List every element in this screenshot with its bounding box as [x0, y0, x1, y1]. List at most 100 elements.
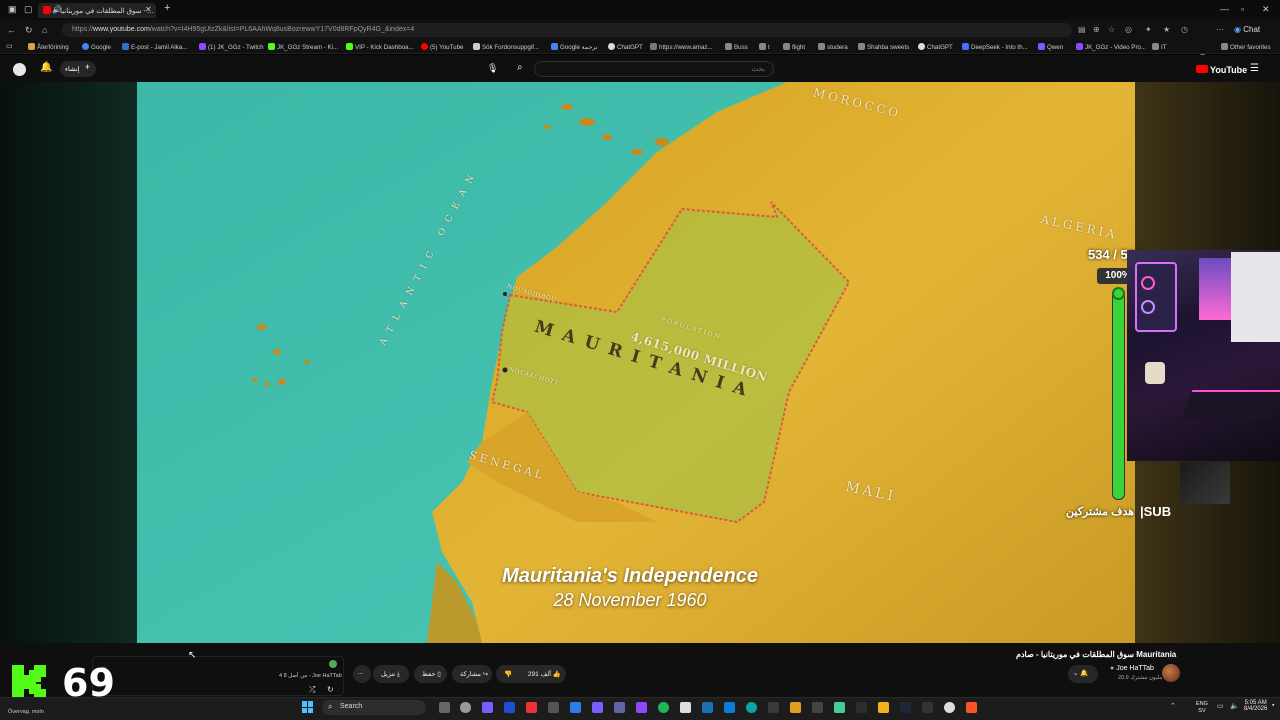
- bookmark-folder[interactable]: studera: [818, 43, 848, 51]
- bookmark-item[interactable]: (5) YouTube: [421, 43, 463, 51]
- home-icon[interactable]: ⌂: [42, 25, 47, 35]
- more-actions-button[interactable]: ...: [353, 665, 371, 683]
- bookmark-item[interactable]: Återförining: [28, 43, 69, 51]
- bookmark-item[interactable]: DeepSeek - Into th...: [962, 43, 1028, 51]
- favorites-icon[interactable]: ★: [1163, 25, 1170, 34]
- history-icon[interactable]: ◷: [1181, 25, 1188, 34]
- steam-icon[interactable]: [900, 702, 911, 713]
- windows-start-icon[interactable]: [302, 701, 314, 713]
- app-icon[interactable]: [768, 702, 779, 713]
- tab-actions-icon[interactable]: ▢: [24, 4, 33, 15]
- weather-widget[interactable]: Övervag. moln: [8, 709, 44, 715]
- shuffle-icon[interactable]: ⤮: [309, 685, 315, 695]
- tray-overflow-icon[interactable]: ⌃: [1170, 702, 1176, 710]
- bookmark-item[interactable]: Sök Fordonsuppgif...: [473, 43, 539, 51]
- close-window-icon[interactable]: ✕: [1262, 4, 1270, 15]
- bookmark-folder[interactable]: Buss: [725, 43, 748, 51]
- dislike-icon[interactable]: 👎: [504, 671, 512, 678]
- edge-icon[interactable]: [746, 702, 757, 713]
- teams-icon[interactable]: [614, 702, 625, 713]
- reader-icon[interactable]: ▤: [1078, 25, 1086, 34]
- bookmark-item[interactable]: (1) JK_GGz - Twitch: [199, 43, 264, 51]
- search-icon[interactable]: ⌕: [517, 62, 523, 73]
- guide-menu-icon[interactable]: ☰: [1250, 63, 1259, 74]
- app-icon[interactable]: [570, 702, 581, 713]
- account-avatar[interactable]: [13, 63, 26, 76]
- extensions-puzzle-icon[interactable]: ✦: [1145, 25, 1152, 34]
- subscribed-button[interactable]: ⌄ 🔔: [1068, 665, 1098, 683]
- speaker-icon[interactable]: 🔊: [52, 5, 62, 14]
- bookmark-folder[interactable]: IT: [1152, 43, 1167, 51]
- network-icon[interactable]: ▭: [1217, 702, 1224, 710]
- youtube-logo[interactable]: YouTube: [1196, 64, 1249, 75]
- back-icon[interactable]: ←: [7, 25, 16, 35]
- search-input[interactable]: بحث: [534, 61, 774, 77]
- channel-name[interactable]: ● Joe HaTTab: [1110, 665, 1154, 672]
- notifications-bell-icon[interactable]: 🔔: [40, 62, 52, 73]
- new-tab-icon[interactable]: +: [164, 2, 170, 14]
- create-button[interactable]: إنشاء +: [60, 61, 96, 77]
- bookmark-item[interactable]: Google ترجمة: [551, 43, 598, 51]
- app-icon[interactable]: [790, 702, 801, 713]
- minimize-icon[interactable]: —: [1220, 4, 1229, 14]
- app-icon[interactable]: [724, 702, 735, 713]
- taskbar-search[interactable]: ⌕ Search: [322, 700, 426, 715]
- app-icon[interactable]: [856, 702, 867, 713]
- bookmark-folder[interactable]: Shahba sweets: [858, 43, 909, 51]
- download-button[interactable]: تنزيل ⤓: [373, 665, 409, 683]
- video-player[interactable]: MOROCCO ALGERIA MALI SENEGAL MAURITANIA …: [0, 82, 1280, 643]
- channel-avatar[interactable]: [1162, 664, 1180, 682]
- bookmark-item[interactable]: VIP - Kick Dashboa...: [346, 43, 414, 51]
- app-icon[interactable]: [944, 702, 955, 713]
- other-favorites-folder[interactable]: Other favorites: [1221, 43, 1271, 51]
- brave-icon[interactable]: [966, 702, 977, 713]
- app-icon[interactable]: [482, 702, 493, 713]
- app-icon[interactable]: [460, 702, 471, 713]
- bookmark-item[interactable]: JK_GGz - Video Pro...: [1076, 43, 1146, 51]
- volume-icon[interactable]: 🔈: [1230, 702, 1239, 710]
- close-tab-icon[interactable]: ✕: [145, 5, 152, 14]
- app-icon[interactable]: [526, 702, 537, 713]
- browser-menu-icon[interactable]: ▣: [8, 4, 17, 15]
- taskbar-clock[interactable]: 5:05 AM 8/4/2026: [1244, 700, 1267, 712]
- app-icon[interactable]: [592, 702, 603, 713]
- app-icon[interactable]: [636, 702, 647, 713]
- app-icon[interactable]: [922, 702, 933, 713]
- refresh-icon[interactable]: ↻: [25, 25, 33, 36]
- settings-more-icon[interactable]: ⋯: [1216, 25, 1224, 34]
- app-icon[interactable]: [702, 702, 713, 713]
- voice-search-mic-icon[interactable]: 🎙: [487, 63, 498, 74]
- spotify-icon[interactable]: [658, 702, 669, 713]
- share-button[interactable]: مشاركة ↪: [452, 665, 492, 683]
- zoom-icon[interactable]: ⊕: [1093, 25, 1100, 34]
- bookmarks-toggle-icon[interactable]: ▭: [6, 42, 13, 50]
- loop-icon[interactable]: ↻: [327, 685, 334, 694]
- app-icon[interactable]: [834, 702, 845, 713]
- playlist-panel[interactable]: 4 من أصل 8 - Joe HaTTab ⤮ ↻ ✕: [92, 656, 344, 696]
- app-icon[interactable]: [680, 702, 691, 713]
- maximize-icon[interactable]: ▫: [1241, 4, 1244, 14]
- file-explorer-icon[interactable]: [878, 702, 889, 713]
- task-view-icon[interactable]: [439, 702, 450, 713]
- bookmark-item[interactable]: Qwen: [1038, 43, 1063, 51]
- bookmark-item[interactable]: ChatGPT: [608, 43, 643, 51]
- bookmark-folder[interactable]: flight: [783, 43, 805, 51]
- app-icon[interactable]: [504, 702, 515, 713]
- bookmark-item[interactable]: E-post - Jamil Alka...: [122, 43, 187, 51]
- app-icon[interactable]: [548, 702, 559, 713]
- save-button[interactable]: حفظ ▯: [414, 665, 447, 683]
- copilot-chat-button[interactable]: ◉ Chat: [1234, 25, 1260, 34]
- bookmark-item[interactable]: https://www.amaz...: [650, 43, 713, 51]
- active-tab[interactable]: 🔊 سوق المطلقات في موريتانيا - ...: [38, 3, 156, 18]
- app-icon[interactable]: [812, 702, 823, 713]
- bookmark-item[interactable]: ChatGPT: [918, 43, 953, 51]
- language-indicator[interactable]: ENG SV: [1196, 701, 1208, 715]
- bookmark-item[interactable]: Google: [82, 43, 111, 51]
- bookmark-item[interactable]: JK_GGz Stream - Ki...: [268, 43, 338, 51]
- bookmark-folder[interactable]: t: [759, 43, 770, 51]
- favorite-star-icon[interactable]: ☆: [1108, 25, 1115, 34]
- url-field[interactable]: https://www.youtube.com/watch?v=I4H95gUt…: [62, 23, 1072, 37]
- like-icon[interactable]: 👍: [553, 671, 561, 678]
- notifications-icon[interactable]: ▪: [1272, 702, 1274, 709]
- extension-icon[interactable]: ◎: [1125, 25, 1132, 34]
